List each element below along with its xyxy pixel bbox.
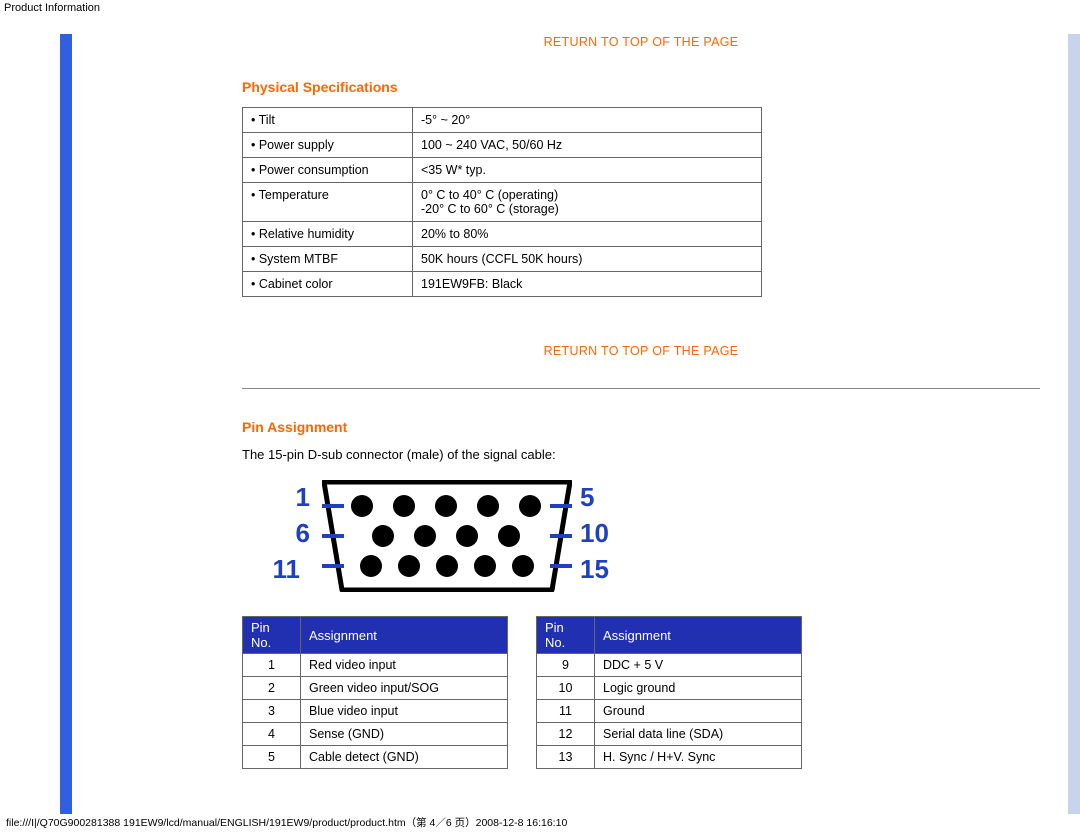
pin-number: 10: [537, 677, 595, 700]
table-row: • Relative humidity20% to 80%: [243, 222, 762, 247]
table-row: 13H. Sync / H+V. Sync: [537, 746, 802, 769]
pin-assignment: H. Sync / H+V. Sync: [595, 746, 802, 769]
pin-number: 3: [243, 700, 301, 723]
right-stripe: [1068, 34, 1080, 814]
table-row: • Power consumption<35 W* typ.: [243, 158, 762, 183]
spec-value: -5° ~ 20°: [413, 108, 762, 133]
pin-number: 4: [243, 723, 301, 746]
table-row: 2Green video input/SOG: [243, 677, 508, 700]
pin-header-assign: Assignment: [595, 617, 802, 654]
spec-value: 191EW9FB: Black: [413, 272, 762, 297]
spec-value: 20% to 80%: [413, 222, 762, 247]
pin-number: 11: [537, 700, 595, 723]
spec-value: 100 ~ 240 VAC, 50/60 Hz: [413, 133, 762, 158]
diagram-label-6: 6: [270, 518, 310, 549]
pin-assignment: Ground: [595, 700, 802, 723]
pin-assignment: Red video input: [301, 654, 508, 677]
pin-assignment: Serial data line (SDA): [595, 723, 802, 746]
pin-assignment: Logic ground: [595, 677, 802, 700]
pin-table-right: Pin No. Assignment 9DDC + 5 V10Logic gro…: [536, 616, 802, 769]
pin-header-assign: Assignment: [301, 617, 508, 654]
page-header-title: Product Information: [0, 0, 1080, 16]
pin-number: 9: [537, 654, 595, 677]
pin-assignment: DDC + 5 V: [595, 654, 802, 677]
spec-value: <35 W* typ.: [413, 158, 762, 183]
section-divider: [242, 388, 1040, 389]
pin-number: 12: [537, 723, 595, 746]
spec-label: • Power supply: [243, 133, 413, 158]
table-row: 12Serial data line (SDA): [537, 723, 802, 746]
table-row: • Power supply100 ~ 240 VAC, 50/60 Hz: [243, 133, 762, 158]
pin-assignment: Blue video input: [301, 700, 508, 723]
pin-header-no: Pin No.: [537, 617, 595, 654]
pin-tables-wrap: Pin No. Assignment 1Red video input2Gree…: [242, 616, 802, 769]
pin-table-left: Pin No. Assignment 1Red video input2Gree…: [242, 616, 508, 769]
spec-label: • Temperature: [243, 183, 413, 222]
pin-assignment-heading: Pin Assignment: [242, 419, 1040, 435]
table-row: • System MTBF50K hours (CCFL 50K hours): [243, 247, 762, 272]
pin-number: 2: [243, 677, 301, 700]
spec-label: • Relative humidity: [243, 222, 413, 247]
left-stripe: [60, 34, 72, 814]
spec-label: • Tilt: [243, 108, 413, 133]
footer-file-path: file:///I|/Q70G900281388 191EW9/lcd/manu…: [6, 815, 567, 830]
diagram-label-1: 1: [270, 482, 310, 513]
pin-assignment: Green video input/SOG: [301, 677, 508, 700]
return-top-link-upper: RETURN TO TOP OF THE PAGE: [242, 34, 1040, 49]
spec-label: • Power consumption: [243, 158, 413, 183]
pin-number: 13: [537, 746, 595, 769]
table-row: 3Blue video input: [243, 700, 508, 723]
physical-spec-table: • Tilt-5° ~ 20°• Power supply100 ~ 240 V…: [242, 107, 762, 297]
table-row: • Temperature0° C to 40° C (operating)-2…: [243, 183, 762, 222]
diagram-label-15: 15: [580, 554, 620, 585]
table-row: 9DDC + 5 V: [537, 654, 802, 677]
spec-value: 50K hours (CCFL 50K hours): [413, 247, 762, 272]
table-row: • Cabinet color191EW9FB: Black: [243, 272, 762, 297]
table-row: 10Logic ground: [537, 677, 802, 700]
pin-header-no: Pin No.: [243, 617, 301, 654]
physical-spec-heading: Physical Specifications: [242, 79, 1040, 95]
pin-assignment-desc: The 15-pin D-sub connector (male) of the…: [242, 447, 1040, 462]
pin-number: 1: [243, 654, 301, 677]
diagram-label-10: 10: [580, 518, 620, 549]
content: RETURN TO TOP OF THE PAGE Physical Speci…: [72, 34, 1080, 814]
table-row: 4Sense (GND): [243, 723, 508, 746]
spec-value: 0° C to 40° C (operating)-20° C to 60° C…: [413, 183, 762, 222]
diagram-label-11: 11: [260, 554, 300, 585]
return-top-link-mid: RETURN TO TOP OF THE PAGE: [242, 343, 1040, 358]
pin-assignment: Cable detect (GND): [301, 746, 508, 769]
spec-label: • System MTBF: [243, 247, 413, 272]
diagram-label-5: 5: [580, 482, 620, 513]
dsub-svg: [322, 480, 572, 592]
dsub-connector-diagram: 1 6 11 5 10 15: [242, 476, 1040, 596]
return-top-anchor[interactable]: RETURN TO TOP OF THE PAGE: [544, 344, 739, 358]
return-top-anchor[interactable]: RETURN TO TOP OF THE PAGE: [544, 35, 739, 49]
table-row: • Tilt-5° ~ 20°: [243, 108, 762, 133]
table-row: 11Ground: [537, 700, 802, 723]
pin-assignment: Sense (GND): [301, 723, 508, 746]
table-row: 1Red video input: [243, 654, 508, 677]
table-row: 5Cable detect (GND): [243, 746, 508, 769]
spec-label: • Cabinet color: [243, 272, 413, 297]
page-wrap: RETURN TO TOP OF THE PAGE Physical Speci…: [0, 34, 1080, 814]
pin-number: 5: [243, 746, 301, 769]
